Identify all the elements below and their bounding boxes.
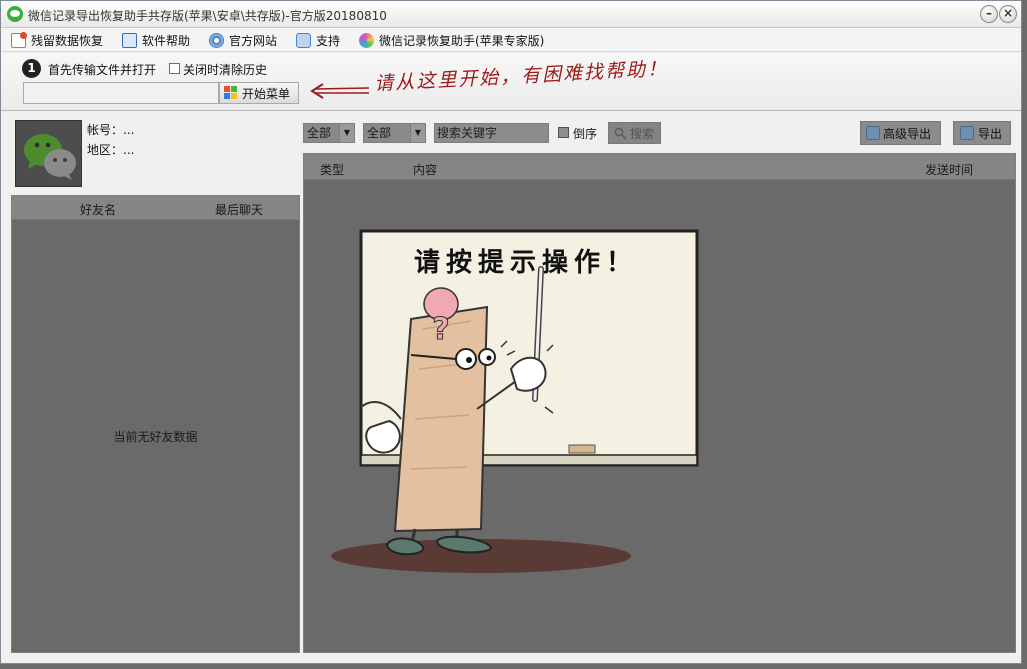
color-wheel-icon xyxy=(359,33,374,48)
menu-item-label: 残留数据恢复 xyxy=(31,34,104,48)
menu-item-label: 支持 xyxy=(316,34,341,48)
title-bar[interactable]: 微信记录导出恢复助手共存版(苹果\安卓\共存版)-官方版20180810 – × xyxy=(1,1,1021,28)
export-label: 导出 xyxy=(978,126,1003,141)
menu-item-label: 官方网站 xyxy=(229,34,278,48)
step-number-badge: 1 xyxy=(22,59,41,78)
search-button[interactable]: 搜索 xyxy=(608,122,661,144)
window-title: 微信记录导出恢复助手共存版(苹果\安卓\共存版)-官方版20180810 xyxy=(28,9,387,23)
close-button[interactable]: × xyxy=(999,5,1017,23)
eraser xyxy=(568,444,596,454)
menu-item-help[interactable]: 软件帮助 xyxy=(122,32,190,49)
contacts-panel: 帐号：... 地区：... 好友名 最后聊天 当前无好友数据 xyxy=(7,113,300,653)
wechat-logo-icon xyxy=(16,121,81,186)
sender-filter-value: 全部 xyxy=(367,126,392,140)
chevron-down-icon: ▼ xyxy=(410,124,425,142)
search-button-label: 搜索 xyxy=(630,126,655,141)
compass-icon xyxy=(209,33,224,48)
column-friend-name[interactable]: 好友名 xyxy=(80,201,116,218)
step-instruction: 首先传输文件并打开 xyxy=(48,63,157,77)
menu-item-support[interactable]: 支持 xyxy=(296,32,340,49)
image-export-icon xyxy=(866,126,880,140)
menu-item-label: 软件帮助 xyxy=(142,34,191,48)
document-icon xyxy=(11,32,27,48)
menu-bar: 残留数据恢复 软件帮助 官方网站 支持 微信记录恢复助手(苹果专家版) xyxy=(1,28,1021,52)
start-menu-button[interactable]: 开始菜单 xyxy=(219,82,299,104)
wechat-app-icon xyxy=(7,6,23,22)
question-mark: ? xyxy=(432,312,449,347)
account-region: 地区：... xyxy=(87,143,135,157)
message-table-header: 类型 内容 发送时间 xyxy=(304,154,1015,180)
advanced-export-label: 高级导出 xyxy=(883,126,932,141)
app-window: 微信记录导出恢复助手共存版(苹果\安卓\共存版)-官方版20180810 – ×… xyxy=(0,0,1022,664)
instruction-illustration: 请按提示操作！ ? xyxy=(331,229,699,573)
magnifier-icon xyxy=(614,127,627,140)
type-filter-select[interactable]: 全部 ▼ xyxy=(303,123,355,143)
menu-item-website[interactable]: 官方网站 xyxy=(209,32,277,49)
menu-item-residual-recovery[interactable]: 残留数据恢复 xyxy=(11,32,103,49)
sender-filter-select[interactable]: 全部 ▼ xyxy=(363,123,426,143)
board-text: 请按提示操作！ xyxy=(414,247,638,278)
column-last-chat[interactable]: 最后聊天 xyxy=(215,201,263,218)
message-filter-bar: 全部 ▼ 全部 ▼ 搜索关键字 倒序 搜索 高级导出 导出 xyxy=(303,119,1018,147)
reverse-order-label[interactable]: 倒序 xyxy=(573,125,597,142)
windows-logo-icon xyxy=(224,86,238,100)
keyword-search-input[interactable]: 搜索关键字 xyxy=(434,123,549,143)
minimize-button[interactable]: – xyxy=(980,5,998,23)
reverse-order-checkbox[interactable] xyxy=(558,127,569,138)
export-icon xyxy=(960,126,974,140)
column-type[interactable]: 类型 xyxy=(320,161,344,178)
chat-icon xyxy=(296,33,311,48)
type-filter-value: 全部 xyxy=(307,126,332,140)
export-button[interactable]: 导出 xyxy=(953,121,1011,145)
menu-item-label: 微信记录恢复助手(苹果专家版) xyxy=(379,34,545,48)
account-name: 帐号：... xyxy=(87,123,135,137)
help-icon xyxy=(122,33,137,48)
menu-item-apple-expert[interactable]: 微信记录恢复助手(苹果专家版) xyxy=(359,32,544,49)
advanced-export-button[interactable]: 高级导出 xyxy=(860,121,941,145)
account-avatar xyxy=(15,120,82,187)
clear-history-label[interactable]: 关闭时清除历史 xyxy=(183,61,267,78)
no-friends-message: 当前无好友数据 xyxy=(113,430,198,444)
friend-list-header: 好友名 最后聊天 xyxy=(12,196,299,220)
hint-arrow-icon xyxy=(310,83,370,99)
friend-list[interactable]: 好友名 最后聊天 当前无好友数据 xyxy=(11,195,300,653)
column-send-time[interactable]: 发送时间 xyxy=(925,161,973,178)
start-menu-label: 开始菜单 xyxy=(242,86,291,101)
chevron-down-icon: ▼ xyxy=(339,124,354,142)
clear-history-checkbox[interactable] xyxy=(169,63,180,74)
right-glove xyxy=(509,356,547,392)
backup-path-input[interactable] xyxy=(23,82,219,104)
column-content[interactable]: 内容 xyxy=(413,161,437,178)
eye-glasses xyxy=(455,348,477,370)
